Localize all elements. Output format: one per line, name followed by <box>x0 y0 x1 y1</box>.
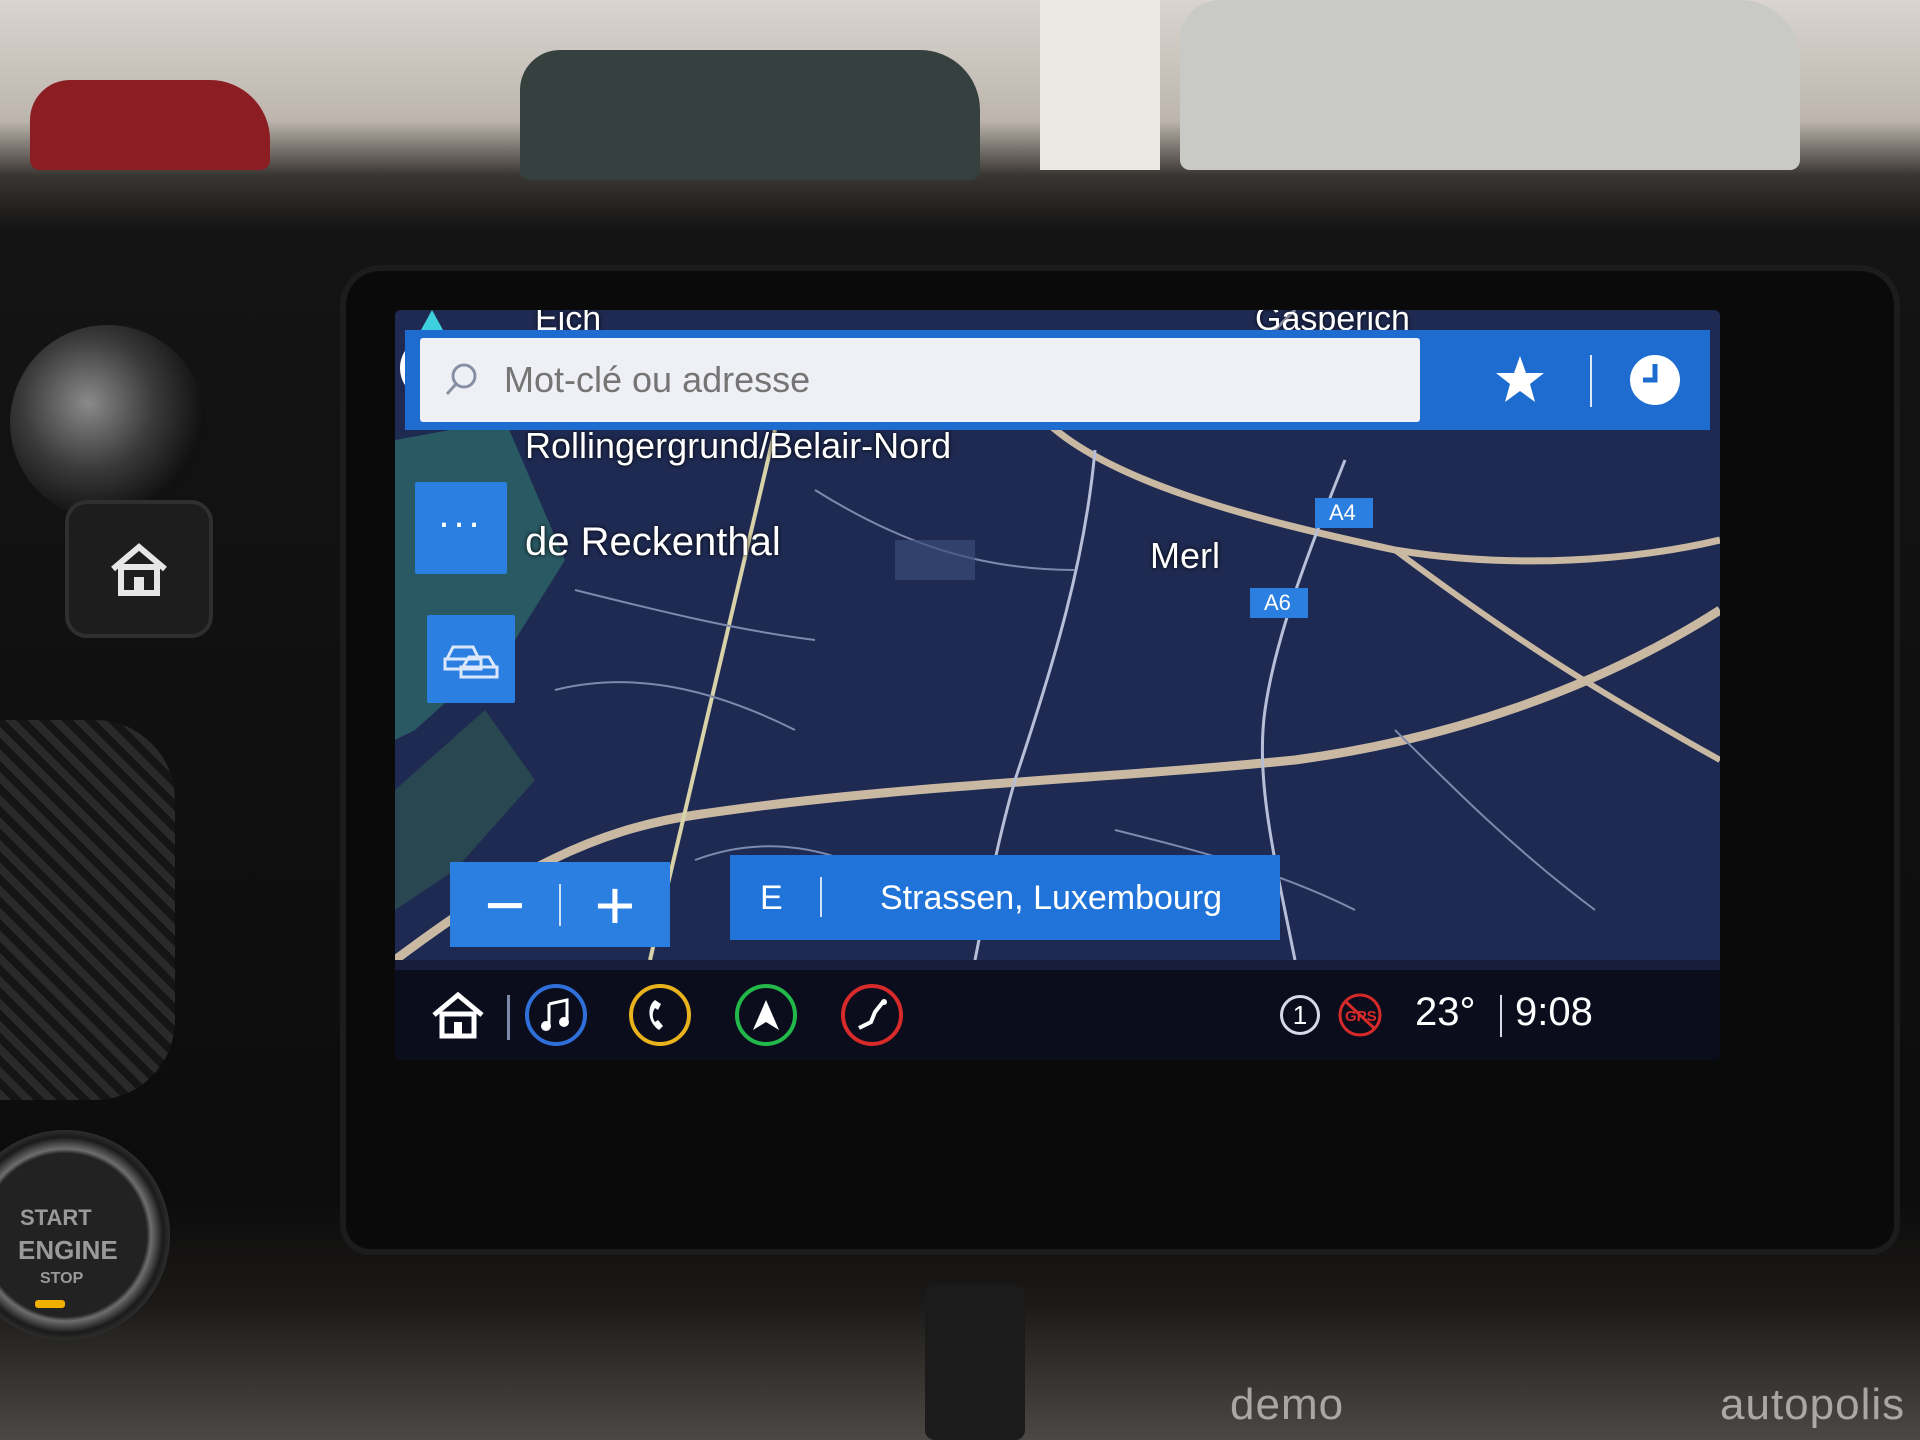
notification-count-badge[interactable]: 1 <box>1280 995 1320 1035</box>
location-divider <box>820 877 822 917</box>
search-input[interactable] <box>502 358 1406 402</box>
status-bar: 1 GPS 23° 9:08 <box>395 970 1720 1060</box>
more-options-button[interactable]: ... <box>415 482 507 574</box>
clock-icon <box>1630 355 1680 405</box>
current-location-bar[interactable]: E Strassen, Luxembourg <box>730 855 1280 940</box>
status-divider <box>507 995 510 1040</box>
hardware-home-button[interactable] <box>65 500 213 638</box>
phone-button[interactable] <box>627 982 693 1048</box>
navigation-ring <box>735 984 797 1046</box>
watermark-right: autopolis <box>1720 1380 1906 1429</box>
zoom-controls: − + <box>450 862 670 947</box>
heading-indicator: E <box>760 879 783 917</box>
phone-mount <box>925 1285 1025 1440</box>
search-box[interactable] <box>420 338 1420 422</box>
gps-label: GPS <box>1345 1008 1377 1025</box>
recent-destinations-button[interactable] <box>1623 348 1687 412</box>
traffic-icon <box>443 645 499 679</box>
home-button[interactable] <box>425 982 491 1048</box>
watermark-left: demo <box>1230 1380 1345 1429</box>
background-car-white <box>1180 0 1800 170</box>
more-icon: ... <box>438 491 484 536</box>
seat-comfort-button[interactable] <box>839 982 905 1048</box>
star-icon <box>1496 356 1544 402</box>
carbon-trim <box>0 720 175 1100</box>
map-label-street: de Reckenthal <box>525 520 781 564</box>
a4-label: A4 <box>1329 500 1356 525</box>
toolbar-divider <box>1590 355 1592 407</box>
current-place-name: Strassen, Luxembourg <box>880 879 1223 917</box>
zoom-in-button[interactable]: + <box>560 862 670 947</box>
volume-knob[interactable] <box>10 325 205 520</box>
phone-icon <box>649 1000 663 1030</box>
home-icon <box>432 991 484 1039</box>
background-car-red <box>30 80 270 170</box>
search-toolbar <box>405 330 1710 430</box>
start-label: START <box>20 1205 92 1230</box>
a6-label: A6 <box>1264 590 1291 615</box>
status-divider-2 <box>1500 995 1502 1037</box>
engine-start-stop-button[interactable]: START ENGINE STOP <box>0 1130 170 1340</box>
background-pillar <box>1040 0 1160 170</box>
favorites-button[interactable] <box>1485 348 1555 412</box>
phone-ring <box>629 984 691 1046</box>
navigation-icon <box>753 1000 779 1030</box>
background-car-grey <box>520 50 980 180</box>
start-indicator-led <box>35 1300 65 1308</box>
home-icon <box>111 543 167 596</box>
music-icon <box>541 998 569 1031</box>
watermark: demo autopolis <box>1230 1380 1904 1430</box>
seat-icon <box>858 999 887 1030</box>
outside-temperature: 23° <box>1415 990 1476 1034</box>
stop-label: STOP <box>40 1270 84 1287</box>
zoom-out-button[interactable]: − <box>450 862 560 947</box>
traffic-button[interactable] <box>427 615 515 703</box>
map-label-merl: Merl <box>1150 535 1220 576</box>
map-label-district: Rollingergrund/Belair-Nord <box>525 425 952 466</box>
seat-ring <box>841 984 903 1046</box>
audio-ring <box>525 984 587 1046</box>
engine-label: ENGINE <box>18 1235 118 1265</box>
clock-time: 9:08 <box>1515 990 1593 1034</box>
gps-off-icon: GPS <box>1338 993 1382 1037</box>
infotainment-screen: A4 A6 Eich Gasperich Rollingergrund/Bela… <box>395 310 1720 1060</box>
audio-button[interactable] <box>523 982 589 1048</box>
navigation-button[interactable] <box>733 982 799 1048</box>
search-icon <box>445 363 477 396</box>
